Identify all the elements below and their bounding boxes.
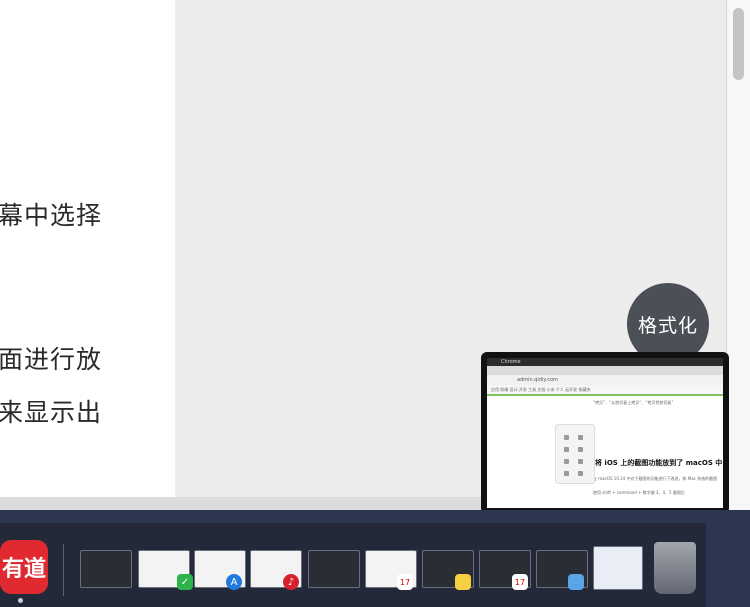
calendar-icon: 17 [397,574,413,590]
finder-window-thumbnail[interactable] [80,550,132,588]
netease-music-icon: ♪ [283,574,299,590]
dock-separator [63,544,64,596]
preview-menubar: Chrome [487,358,723,366]
preview-url: admin.qidiy.com [487,375,723,385]
preview-tabs [487,366,723,375]
evernote-icon: ✓ [177,574,193,590]
panel-icon [564,435,569,440]
panel-icon [578,459,583,464]
preview-text-line: 使用 shift + command + 数字键 3、4、5 截图后 [593,490,685,495]
preview-window-thumbnail[interactable] [593,546,643,590]
panel-icon [564,459,569,464]
document-text-line: 面进行放 [0,345,103,374]
screenshot-preview-content: Chrome admin.qidiy.com 应用 前端 设计 开发 工具 文档… [487,358,723,508]
preview-text-line: 在 macOS 10.14 中对于截图的功能进行了改进，和 Mac 系统的截图 [593,476,718,481]
trash-icon[interactable] [654,542,696,594]
document-text-line: 幕中选择 [0,201,103,230]
document-page: 幕中选择 面进行放 来显示出 [0,0,175,497]
panel-icon [564,447,569,452]
panel-icon [564,471,569,476]
preview-heading: 将 iOS 上的截图功能放到了 macOS 中 [595,459,723,467]
terminal-window-thumbnail[interactable] [308,550,360,588]
preview-text-line: “拷贝”、“从剪切板上拷贝”、“拷贝到剪切板” [593,400,674,405]
notes-icon [455,574,471,590]
preview-toolbar-panel [555,424,595,484]
document-text-line: 来显示出 [0,398,103,427]
panel-icon [578,435,583,440]
scrollbar-thumb[interactable] [733,8,744,80]
youdao-dictionary-app-icon[interactable]: 有道 [0,540,48,594]
calendar-icon: 17 [512,574,528,590]
running-indicator [18,598,23,603]
panel-icon [578,471,583,476]
panel-icon [578,447,583,452]
app-store-icon: A [226,574,242,590]
finder-icon [568,574,584,590]
screenshot-preview[interactable]: Chrome admin.qidiy.com 应用 前端 设计 开发 工具 文档… [481,352,729,514]
preview-bookmarks: 应用 前端 设计 开发 工具 文档 小米 个人 云开发 收藏夹 [487,385,723,396]
